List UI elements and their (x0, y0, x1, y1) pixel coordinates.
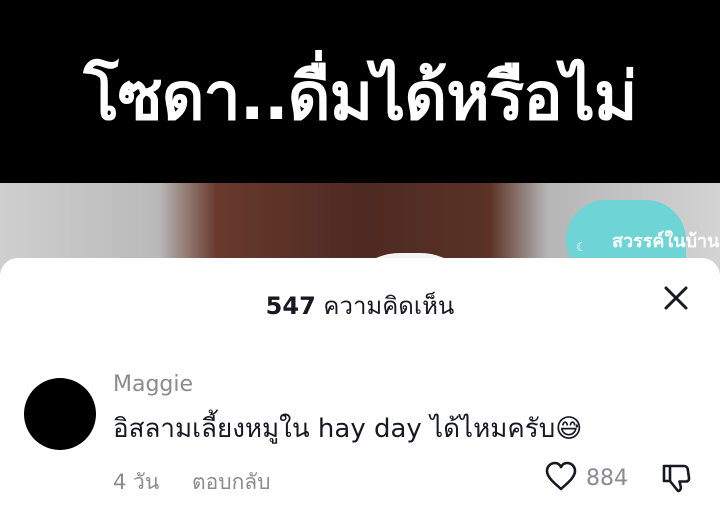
moon-icon: ☾ (576, 240, 587, 254)
comments-header: 547 ความคิดเห็น (0, 286, 720, 325)
close-icon[interactable] (660, 282, 692, 314)
comment-item: Maggie อิสลามเลี้ยงหมูใน hay day ได้ไหมค… (0, 368, 720, 508)
avatar[interactable] (24, 378, 96, 450)
video-caption: โซดา..ดื่มได้หรือไม่ (83, 58, 637, 135)
comments-sheet: 547 ความคิดเห็น Maggie อิสลามเลี้ยงหมูใน… (0, 258, 720, 520)
thumbs-down-icon[interactable] (660, 462, 692, 494)
comment-count: 547 (265, 292, 316, 320)
video-player[interactable]: ☾ สวรรค์ในบ้าน โซดา..ดื่มได้หรือไม่ (0, 0, 720, 290)
comment-username[interactable]: Maggie (113, 372, 193, 397)
heart-outline-icon (544, 461, 578, 495)
like-count: 884 (586, 465, 628, 491)
emoji-sweat-smile: 😅 (555, 414, 583, 444)
watermark-text: สวรรค์ในบ้าน (612, 231, 720, 252)
comment-time: 4 วัน (113, 470, 160, 494)
reply-button[interactable]: ตอบกลับ (192, 466, 271, 499)
comment-text: อิสลามเลี้ยงหมูใน hay day ได้ไหมครับ😅 (113, 408, 582, 449)
comment-body: อิสลามเลี้ยงหมูใน hay day ได้ไหมครับ (113, 414, 556, 444)
like-button[interactable]: 884 (544, 460, 628, 496)
comment-count-label: ความคิดเห็น (323, 292, 455, 320)
